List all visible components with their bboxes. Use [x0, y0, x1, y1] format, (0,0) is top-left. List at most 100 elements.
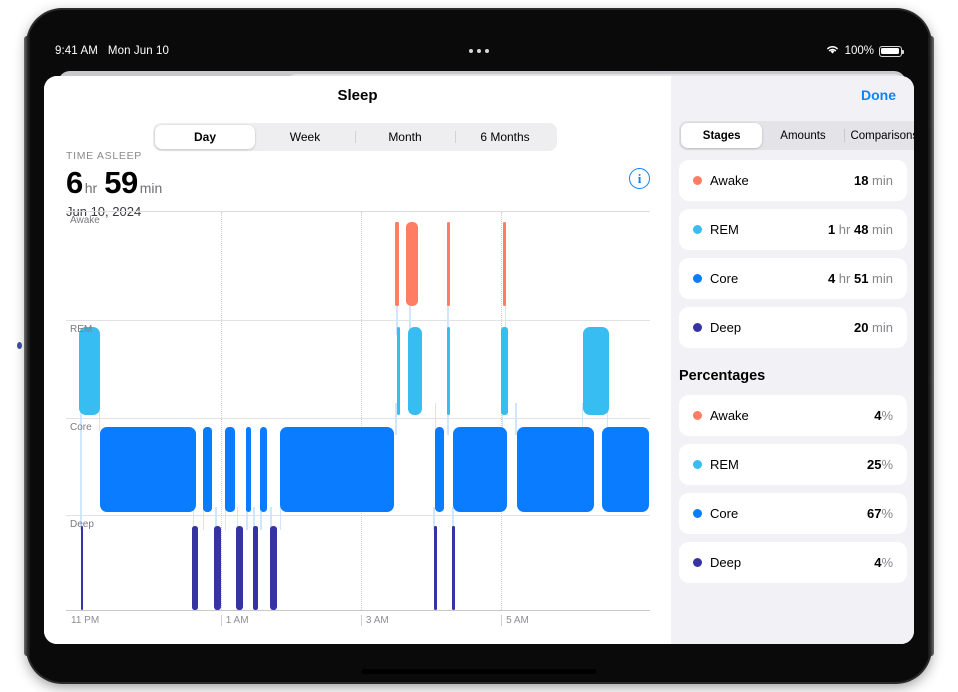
stage-segment-core[interactable]	[602, 426, 649, 513]
view-tab-comparisons[interactable]: Comparisons	[843, 123, 914, 148]
info-glyph: i	[637, 170, 642, 186]
stage-segment-core[interactable]	[203, 426, 212, 513]
stage-total-row-rem[interactable]: REM 1 hr 48 min	[679, 209, 907, 250]
stage-value: 4%	[874, 408, 893, 423]
stage-segment-deep[interactable]	[452, 526, 455, 610]
x-axis-tick: 3 AM	[360, 615, 389, 626]
stage-connector	[515, 403, 517, 435]
stage-total-row-deep[interactable]: Deep 20 min	[679, 307, 907, 348]
x-axis-tick: 5 AM	[501, 615, 529, 626]
stage-color-dot-awake	[693, 176, 702, 185]
stage-segment-awake[interactable]	[446, 221, 450, 306]
stage-segment-awake[interactable]	[503, 221, 507, 306]
period-tab-week[interactable]: Week	[255, 125, 355, 149]
stage-segment-rem[interactable]	[408, 327, 423, 415]
sleep-stages-chart[interactable]: Awake REM Core Deep 11 PM 1 AM 3 AM 5 AM	[66, 211, 650, 635]
period-segmented-control[interactable]: Day Week Month 6 Months	[153, 123, 557, 151]
status-bar-left: 9:41 AM Mon Jun 10	[55, 45, 169, 57]
stage-segment-core[interactable]	[452, 426, 507, 513]
stage-segment-core[interactable]	[225, 426, 235, 513]
sleep-detail-sheet: Sleep Day Week Month 6 Months TIME ASLEE…	[44, 76, 914, 644]
chart-plot-area: Awake REM Core Deep	[66, 211, 650, 611]
stage-color-dot-core	[693, 509, 702, 518]
stage-segment-deep[interactable]	[433, 526, 437, 610]
time-asleep-minutes: 59	[104, 165, 138, 200]
stage-connector	[279, 506, 282, 531]
stage-label: Deep	[710, 555, 742, 570]
multitask-dot	[477, 49, 481, 53]
percentage-row-core[interactable]: Core 67%	[679, 493, 907, 534]
stage-segment-core[interactable]	[280, 426, 395, 513]
view-segmented-control[interactable]: Stages Amounts Comparisons	[679, 121, 914, 150]
stage-label: Core	[710, 506, 739, 521]
stage-segment-rem[interactable]	[446, 327, 451, 415]
stage-segment-core[interactable]	[259, 426, 268, 513]
x-axis-tick: 1 AM	[220, 615, 249, 626]
stage-value: 18 min	[853, 173, 893, 188]
multitask-dots-icon[interactable]	[469, 49, 489, 53]
stage-segment-rem[interactable]	[501, 327, 508, 415]
stage-value: 25%	[866, 457, 893, 472]
time-asleep-value: 6 hr 59 min	[66, 165, 167, 201]
stage-segment-deep[interactable]	[192, 526, 198, 610]
percentage-row-awake[interactable]: Awake 4%	[679, 395, 907, 436]
period-tab-label: Week	[289, 130, 321, 144]
info-icon[interactable]: i	[629, 168, 650, 189]
time-asleep-hours-unit: hr	[84, 180, 98, 196]
done-button[interactable]: Done	[861, 87, 896, 103]
time-asleep-summary: TIME ASLEEP 6 hr 59 min Jun 10, 2024	[66, 150, 167, 219]
stage-segment-rem[interactable]	[396, 327, 401, 415]
x-axis-tick: 11 PM	[71, 615, 100, 626]
stage-segment-core[interactable]	[100, 426, 196, 513]
multitask-dot	[485, 49, 489, 53]
stage-color-dot-awake	[693, 411, 702, 420]
stage-color-dot-deep	[693, 558, 702, 567]
status-bar-right: 100%	[825, 44, 905, 58]
stage-segment-rem[interactable]	[78, 327, 100, 415]
wifi-icon	[825, 44, 840, 58]
stage-segment-core[interactable]	[516, 426, 594, 513]
stage-band-deep: Deep	[66, 516, 650, 610]
view-tab-stages[interactable]: Stages	[681, 123, 763, 148]
stage-band-rem: REM	[66, 321, 650, 419]
stage-connector	[80, 411, 82, 531]
page-title: Sleep	[337, 87, 378, 104]
stage-color-dot-rem	[693, 460, 702, 469]
stage-segment-deep[interactable]	[235, 526, 243, 610]
stage-label: REM	[710, 222, 739, 237]
stage-label: Core	[710, 271, 739, 286]
device-left-edge	[24, 36, 30, 656]
stage-value: 67%	[866, 506, 893, 521]
stage-value: 4 hr 51 min	[827, 271, 893, 286]
view-tab-label: Comparisons	[850, 129, 914, 142]
stage-total-row-awake[interactable]: Awake 18 min	[679, 160, 907, 201]
stage-segment-deep[interactable]	[80, 526, 84, 610]
multitask-dot	[469, 49, 473, 53]
stage-color-dot-rem	[693, 225, 702, 234]
stage-segment-awake[interactable]	[395, 221, 399, 306]
home-indicator[interactable]	[361, 669, 597, 674]
status-time: 9:41 AM	[55, 45, 98, 57]
stage-segment-rem[interactable]	[582, 327, 610, 415]
time-asleep-minutes-unit: min	[139, 180, 163, 196]
view-tab-amounts[interactable]: Amounts	[762, 123, 843, 148]
status-date: Mon Jun 10	[107, 45, 170, 57]
percentages-list: Awake 4% REM 25% Core 67% Deep 4%	[679, 395, 907, 591]
period-tab-day[interactable]: Day	[155, 125, 255, 149]
stage-value: 4%	[874, 555, 893, 570]
period-tab-month[interactable]: Month	[355, 125, 455, 149]
stage-total-row-core[interactable]: Core 4 hr 51 min	[679, 258, 907, 299]
stage-segment-core[interactable]	[245, 426, 252, 513]
stage-segment-awake[interactable]	[405, 221, 418, 306]
stage-value: 1 hr 48 min	[827, 222, 893, 237]
stage-axis-label: Awake	[70, 215, 100, 226]
time-asleep-hours: 6	[66, 165, 83, 200]
period-tab-6months[interactable]: 6 Months	[455, 125, 555, 149]
percentage-row-rem[interactable]: REM 25%	[679, 444, 907, 485]
stage-label: Deep	[710, 320, 742, 335]
stage-segment-deep[interactable]	[214, 526, 222, 610]
stage-segment-deep[interactable]	[252, 526, 258, 610]
stage-segment-deep[interactable]	[269, 526, 277, 610]
percentage-row-deep[interactable]: Deep 4%	[679, 542, 907, 583]
stage-segment-core[interactable]	[434, 426, 444, 513]
